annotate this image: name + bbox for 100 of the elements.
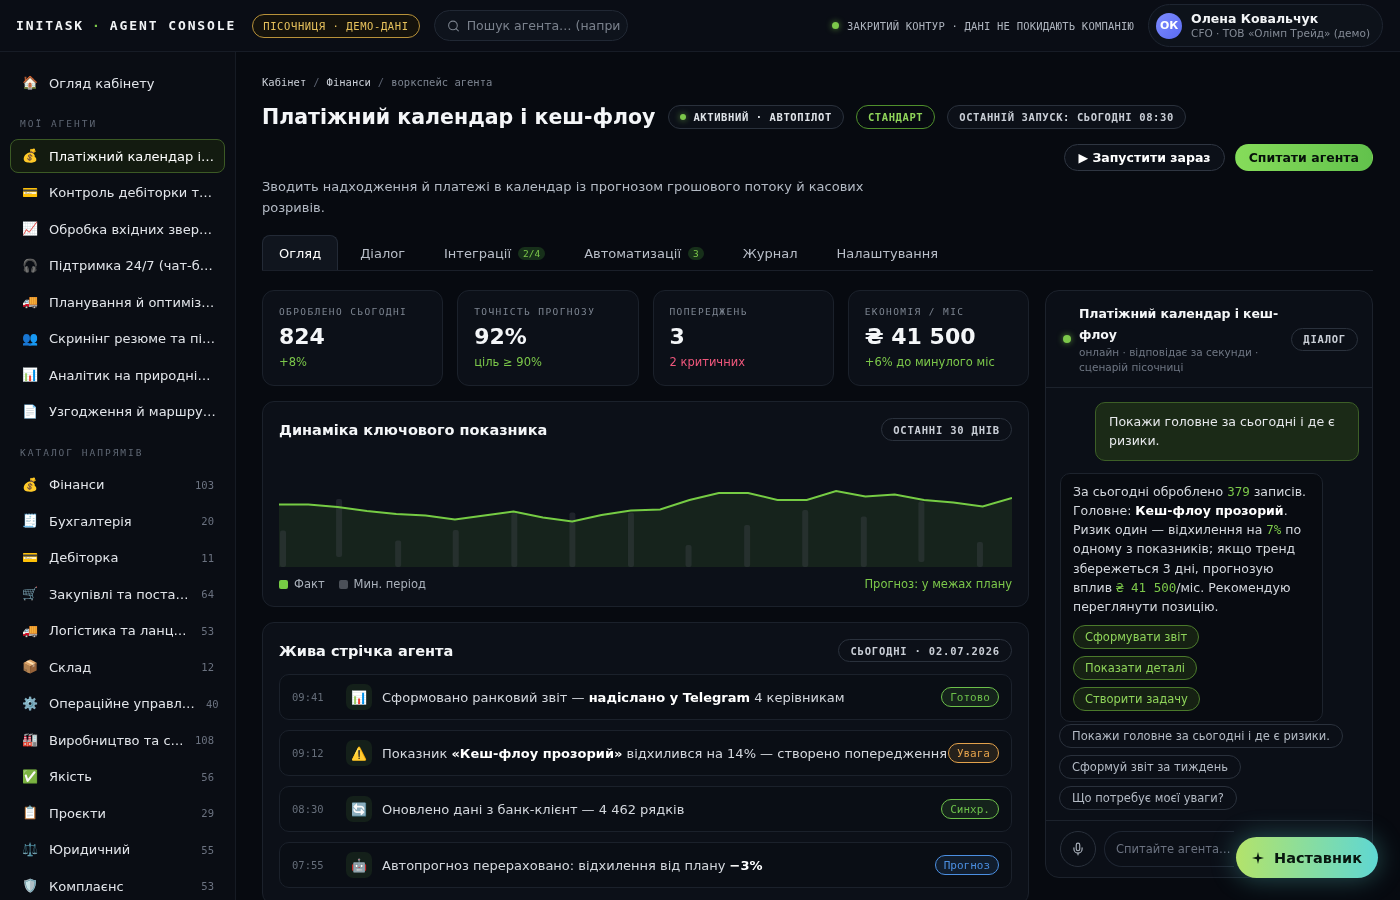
status-dot-icon bbox=[832, 22, 840, 29]
section-heading: КАТАЛОГ НАПРЯМІВ bbox=[20, 446, 145, 458]
search-icon bbox=[446, 19, 460, 32]
package-icon: 📦 bbox=[22, 659, 38, 675]
sidebar-item[interactable]: 💳 Дебіторка 11 bbox=[10, 540, 225, 575]
warning-icon: ⚠ bbox=[346, 740, 372, 766]
sidebar-item[interactable]: 🛒 Закупівлі та поста… 64 bbox=[10, 577, 225, 611]
item-count: 29 bbox=[201, 807, 214, 819]
sidebar-item[interactable]: 💰 Фінанси 103 bbox=[10, 467, 225, 502]
sidebar-item[interactable]: 👥 Скринінг резюме та пі… bbox=[10, 321, 225, 356]
tab[interactable]: Діалог bbox=[343, 235, 422, 270]
refresh-icon: 🔄 bbox=[346, 796, 372, 822]
suggestion-chip[interactable]: Покажи головне за сьогодні і де є ризики. bbox=[1059, 723, 1343, 748]
stat-value: 824 bbox=[279, 324, 326, 349]
robot-icon: 🤖 bbox=[346, 852, 372, 878]
sandbox-tag: ПІСОЧНИЦЯ · ДЕМО-ДАНІ bbox=[252, 13, 420, 38]
stat-delta: ціль ≥ 90% bbox=[474, 355, 543, 369]
stat-value: ₴ 41 500 bbox=[864, 324, 977, 349]
credit-card-icon: 💳 bbox=[22, 184, 38, 201]
receipt-icon: 🧾 bbox=[22, 513, 38, 529]
suggestion-chip[interactable]: Що потребує моєї уваги? bbox=[1059, 785, 1237, 810]
tab[interactable]: Автоматизації 3 bbox=[567, 235, 721, 270]
event-text: Оновлено дані з банк-клієнт — 4 462 рядків bbox=[382, 801, 686, 817]
credit-card-icon: 💳 bbox=[22, 549, 38, 566]
status-tag: Синхр. bbox=[941, 799, 999, 819]
tab-count: 2/4 bbox=[518, 246, 546, 260]
sidebar-item[interactable]: 🏠 Огляд кабінету bbox=[10, 66, 225, 100]
sidebar-item[interactable]: 🛡 Комплаєнс 53 bbox=[10, 869, 225, 900]
tab[interactable]: Огляд bbox=[262, 235, 339, 270]
sidebar-item[interactable]: 📄 Узгодження й маршру… bbox=[10, 394, 225, 429]
status-tag: Готово bbox=[941, 687, 999, 707]
sidebar-item[interactable]: 📈 Обробка вхідних звер… bbox=[10, 212, 225, 246]
money-bag-icon: 💰 bbox=[22, 476, 38, 493]
avatar: ОК bbox=[1156, 12, 1183, 39]
microphone-icon bbox=[1071, 842, 1085, 856]
breadcrumb-link[interactable]: Кабінет bbox=[262, 76, 307, 88]
truck-icon: 🚚 bbox=[22, 622, 38, 639]
sidebar-item[interactable]: 📦 Склад 12 bbox=[10, 650, 225, 684]
item-count: 56 bbox=[201, 770, 214, 783]
sidebar-item[interactable]: ⚖ Юридичний 55 bbox=[10, 832, 225, 867]
coach-button[interactable]: Наставник bbox=[1236, 837, 1378, 878]
run-now-button[interactable]: ▶ Запустити зараз bbox=[1064, 144, 1225, 171]
sidebar-item[interactable]: 🏭 Виробництво та с… 108 bbox=[10, 723, 225, 757]
page-description: Зводить надходження й платежі в календар із прогнозом грошового потоку й касових розривів. bbox=[262, 178, 865, 217]
scales-icon: ⚖ bbox=[22, 841, 38, 858]
clipboard-icon: 📋 bbox=[22, 805, 38, 821]
message-input[interactable]: Спитайте агента… bbox=[1104, 831, 1234, 867]
action-button[interactable]: Показати деталі bbox=[1073, 655, 1197, 680]
sidebar-item[interactable]: 🎧 Підтримка 24/7 (чат-б… bbox=[10, 248, 225, 283]
sidebar-item[interactable]: 🧾 Бухгалтерія 20 bbox=[10, 504, 225, 538]
house-icon: 🏠 bbox=[22, 75, 38, 91]
stat-delta: +6% до минулого міс bbox=[864, 355, 996, 369]
tab[interactable]: Налаштування bbox=[819, 235, 956, 270]
status-text: АКТИВНИЙ · АВТОПІЛОТ bbox=[693, 111, 832, 123]
money-bag-icon: 💰 bbox=[22, 148, 38, 164]
event-time: 09:12 bbox=[292, 747, 325, 759]
item-count: 12 bbox=[201, 661, 214, 673]
shopping-cart-icon: 🛒 bbox=[22, 586, 38, 602]
sidebar-item[interactable]: 🚚 Планування й оптиміз… bbox=[10, 285, 225, 319]
sidebar-item[interactable]: ⚙ Операційне управл… 40 bbox=[10, 686, 225, 721]
event-text: Автопрогноз перераховано: відхилення від плану −3% bbox=[382, 857, 764, 873]
item-count: 40 bbox=[205, 697, 219, 710]
item-count: 55 bbox=[201, 843, 214, 856]
chart-increasing-icon: 📈 bbox=[22, 221, 38, 237]
account-button[interactable]: ОК Олена Ковальчук CFO · ТОВ «Олімп Трейд» (демо) bbox=[1148, 4, 1383, 47]
status-dot-icon bbox=[1063, 335, 1071, 343]
breadcrumb-separator: / bbox=[377, 76, 385, 88]
tab[interactable]: Журнал bbox=[725, 235, 815, 270]
stat-delta: +8% bbox=[279, 355, 308, 369]
sidebar-item[interactable]: 🚚 Логістика та ланц… 53 bbox=[10, 613, 225, 648]
item-count: 53 bbox=[201, 880, 214, 892]
sidebar-item[interactable]: 💳 Контроль дебіторки т… bbox=[10, 175, 225, 210]
stat-value: 92% bbox=[474, 324, 528, 349]
check-mark-icon: ✅ bbox=[22, 768, 38, 785]
truck-icon: 🚚 bbox=[22, 294, 38, 310]
action-button[interactable]: Сформувати звіт bbox=[1073, 624, 1200, 649]
breadcrumb-link[interactable]: Фінанси bbox=[326, 76, 371, 88]
event-time: 08:30 bbox=[292, 803, 325, 815]
event-time: 07:55 bbox=[292, 859, 325, 871]
stat-value: 3 bbox=[669, 324, 686, 349]
search-field[interactable]: Пошук агента… (напри bbox=[433, 10, 628, 41]
agent-message-text: За сьогодні оброблено 379 записів. Головне: Кеш-флоу прозорий. Ризик один — відхилення на 7% по одному з показників; якщо тренд збережеться 3 дні, прогнозую вплив ₴ 41 500/міс. Рекомендую переглянути позицію. bbox=[1073, 482, 1307, 617]
sidebar-item[interactable]: 💰 Платіжний календар і… bbox=[10, 139, 225, 173]
tab[interactable]: Інтеграції 2/4 bbox=[427, 235, 563, 270]
section-heading: МОЇ АГЕНТИ bbox=[20, 118, 99, 129]
bar-chart-icon: 📊 bbox=[22, 367, 38, 383]
card-title: Динаміка ключового показника bbox=[279, 421, 548, 438]
headphones-icon: 🎧 bbox=[22, 257, 38, 274]
people-icon: 👥 bbox=[22, 330, 38, 347]
suggestion-chip[interactable]: Сформуй звіт за тиждень bbox=[1059, 754, 1241, 779]
stat-delta: 2 критичних bbox=[669, 355, 746, 369]
sidebar-item[interactable]: 📊 Аналітик на природні… bbox=[10, 358, 225, 392]
item-count: 108 bbox=[195, 734, 214, 746]
action-button[interactable]: Створити задачу bbox=[1073, 686, 1200, 711]
page-title: Платіжний календар і кеш-флоу bbox=[262, 105, 656, 129]
stat-label: ЕКОНОМІЯ / МІС bbox=[864, 306, 966, 317]
ask-agent-button[interactable]: Спитати агента bbox=[1234, 144, 1373, 171]
sidebar-item[interactable]: ✅ Якість 56 bbox=[10, 759, 225, 794]
event-time: 09:41 bbox=[292, 691, 325, 703]
sidebar-item[interactable]: 📋 Проєкти 29 bbox=[10, 796, 225, 830]
